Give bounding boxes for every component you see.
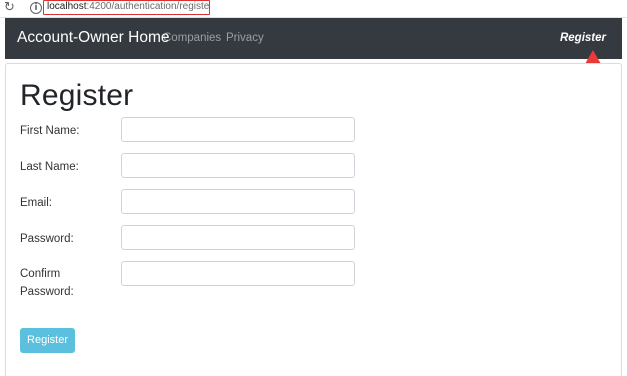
reload-icon[interactable]: ↻ bbox=[4, 1, 18, 15]
page-title: Register bbox=[20, 79, 134, 112]
first-name-label: First Name: bbox=[20, 125, 80, 137]
nav-link-privacy[interactable]: Privacy bbox=[226, 32, 264, 44]
password-input[interactable] bbox=[121, 225, 355, 250]
url-field[interactable]: localhost:4200/authentication/register bbox=[43, 0, 210, 15]
url-path: :4200/authentication/register bbox=[86, 1, 210, 12]
confirm-password-input[interactable] bbox=[121, 261, 355, 286]
register-card: Register First Name: Last Name: Email: P… bbox=[5, 63, 622, 376]
nav-link-companies[interactable]: Companies bbox=[163, 32, 221, 44]
confirm-password-label: Confirm Password: bbox=[20, 268, 74, 298]
browser-address-bar: ↻ i localhost:4200/authentication/regist… bbox=[0, 0, 627, 18]
register-button[interactable]: Register bbox=[20, 328, 75, 353]
navbar-brand[interactable]: Account-Owner Home bbox=[17, 29, 169, 47]
url-host: localhost bbox=[47, 1, 87, 12]
first-name-input[interactable] bbox=[121, 117, 355, 142]
email-label: Email: bbox=[20, 197, 52, 209]
password-label: Password: bbox=[20, 233, 74, 245]
email-input[interactable] bbox=[121, 189, 355, 214]
last-name-input[interactable] bbox=[121, 153, 355, 178]
last-name-label: Last Name: bbox=[20, 161, 79, 173]
nav-link-register[interactable]: Register bbox=[560, 32, 606, 44]
info-icon[interactable]: i bbox=[30, 2, 42, 14]
navbar: Account-Owner Home Companies Privacy Reg… bbox=[5, 18, 622, 59]
